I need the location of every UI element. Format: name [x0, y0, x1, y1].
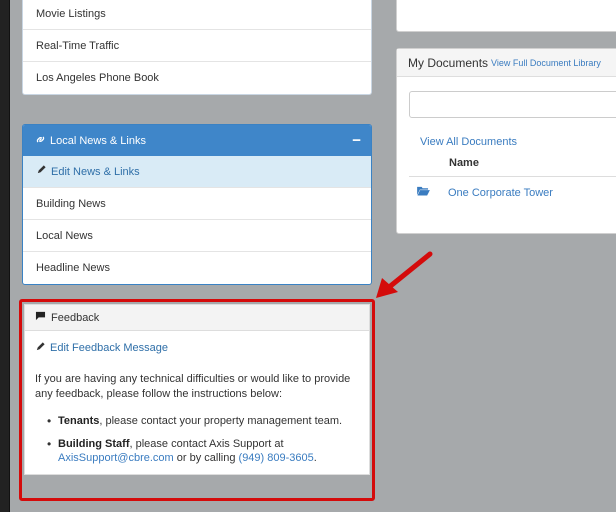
tenants-text: , please contact your property managemen…	[99, 415, 343, 427]
feedback-intro: If you are having any technical difficul…	[35, 373, 351, 400]
pencil-icon	[36, 156, 47, 188]
feedback-panel: Feedback Edit Feedback Message If you ar…	[24, 304, 370, 475]
table-row[interactable]: One Corporate Tower	[417, 186, 553, 199]
my-documents-title: My Documents	[408, 55, 489, 70]
link-movie-listings[interactable]: Movie Listings	[23, 0, 371, 30]
building-staff-mid: or by calling	[173, 452, 239, 464]
edit-news-links-label: Edit News & Links	[51, 165, 140, 178]
link-los-angeles-phone-book[interactable]: Los Angeles Phone Book	[23, 62, 371, 94]
support-email-link[interactable]: AxisSupport@cbre.com	[58, 452, 174, 464]
edit-feedback-message-button[interactable]: Edit Feedback Message	[25, 331, 369, 355]
edit-news-links-button[interactable]: Edit News & Links	[23, 156, 371, 188]
link-real-time-traffic[interactable]: Real-Time Traffic	[23, 30, 371, 62]
support-phone-link[interactable]: (949) 809-3605	[239, 452, 314, 464]
feedback-title: Feedback	[51, 311, 100, 324]
building-staff-text: , please contact Axis Support at	[129, 438, 284, 450]
my-documents-header: My Documents View Full Document Library	[397, 49, 616, 77]
local-news-header[interactable]: Local News & Links −	[23, 125, 371, 156]
tenants-label: Tenants	[58, 415, 100, 427]
pencil-icon	[35, 341, 46, 355]
feedback-instructions: Tenants, please contact your property ma…	[25, 402, 369, 465]
building-staff-end: .	[313, 452, 317, 464]
link-local-news[interactable]: Local News	[23, 220, 371, 252]
annotation-arrow-icon	[376, 251, 433, 298]
my-documents-panel: My Documents View Full Document Library …	[396, 48, 616, 234]
links-panel: Movie Listings Real-Time Traffic Los Ang…	[22, 0, 372, 95]
link-headline-news[interactable]: Headline News	[23, 252, 371, 284]
folder-open-icon	[417, 186, 430, 199]
document-name: One Corporate Tower	[448, 186, 553, 199]
edit-feedback-message-label: Edit Feedback Message	[50, 342, 169, 354]
collapse-button[interactable]: −	[352, 133, 361, 148]
list-item: Building Staff, please contact Axis Supp…	[47, 437, 359, 465]
local-news-panel: Local News & Links − Edit News & Links B…	[22, 124, 372, 285]
building-staff-label: Building Staff	[58, 438, 130, 450]
feedback-header: Feedback	[25, 305, 369, 331]
view-all-documents-link[interactable]: View All Documents	[420, 136, 517, 148]
link-building-news[interactable]: Building News	[23, 188, 371, 220]
column-header-name[interactable]: Name	[449, 157, 479, 169]
view-full-library-link[interactable]: View Full Document Library	[491, 58, 601, 68]
comment-icon	[35, 311, 46, 324]
list-item: Tenants, please contact your property ma…	[47, 414, 359, 428]
right-top-panel	[396, 0, 616, 32]
link-icon	[35, 134, 46, 148]
local-news-title-wrap: Local News & Links	[35, 134, 146, 148]
window-frame-edge	[0, 0, 10, 512]
document-search-input[interactable]	[409, 91, 616, 118]
local-news-title: Local News & Links	[50, 134, 146, 147]
table-divider	[409, 176, 616, 177]
